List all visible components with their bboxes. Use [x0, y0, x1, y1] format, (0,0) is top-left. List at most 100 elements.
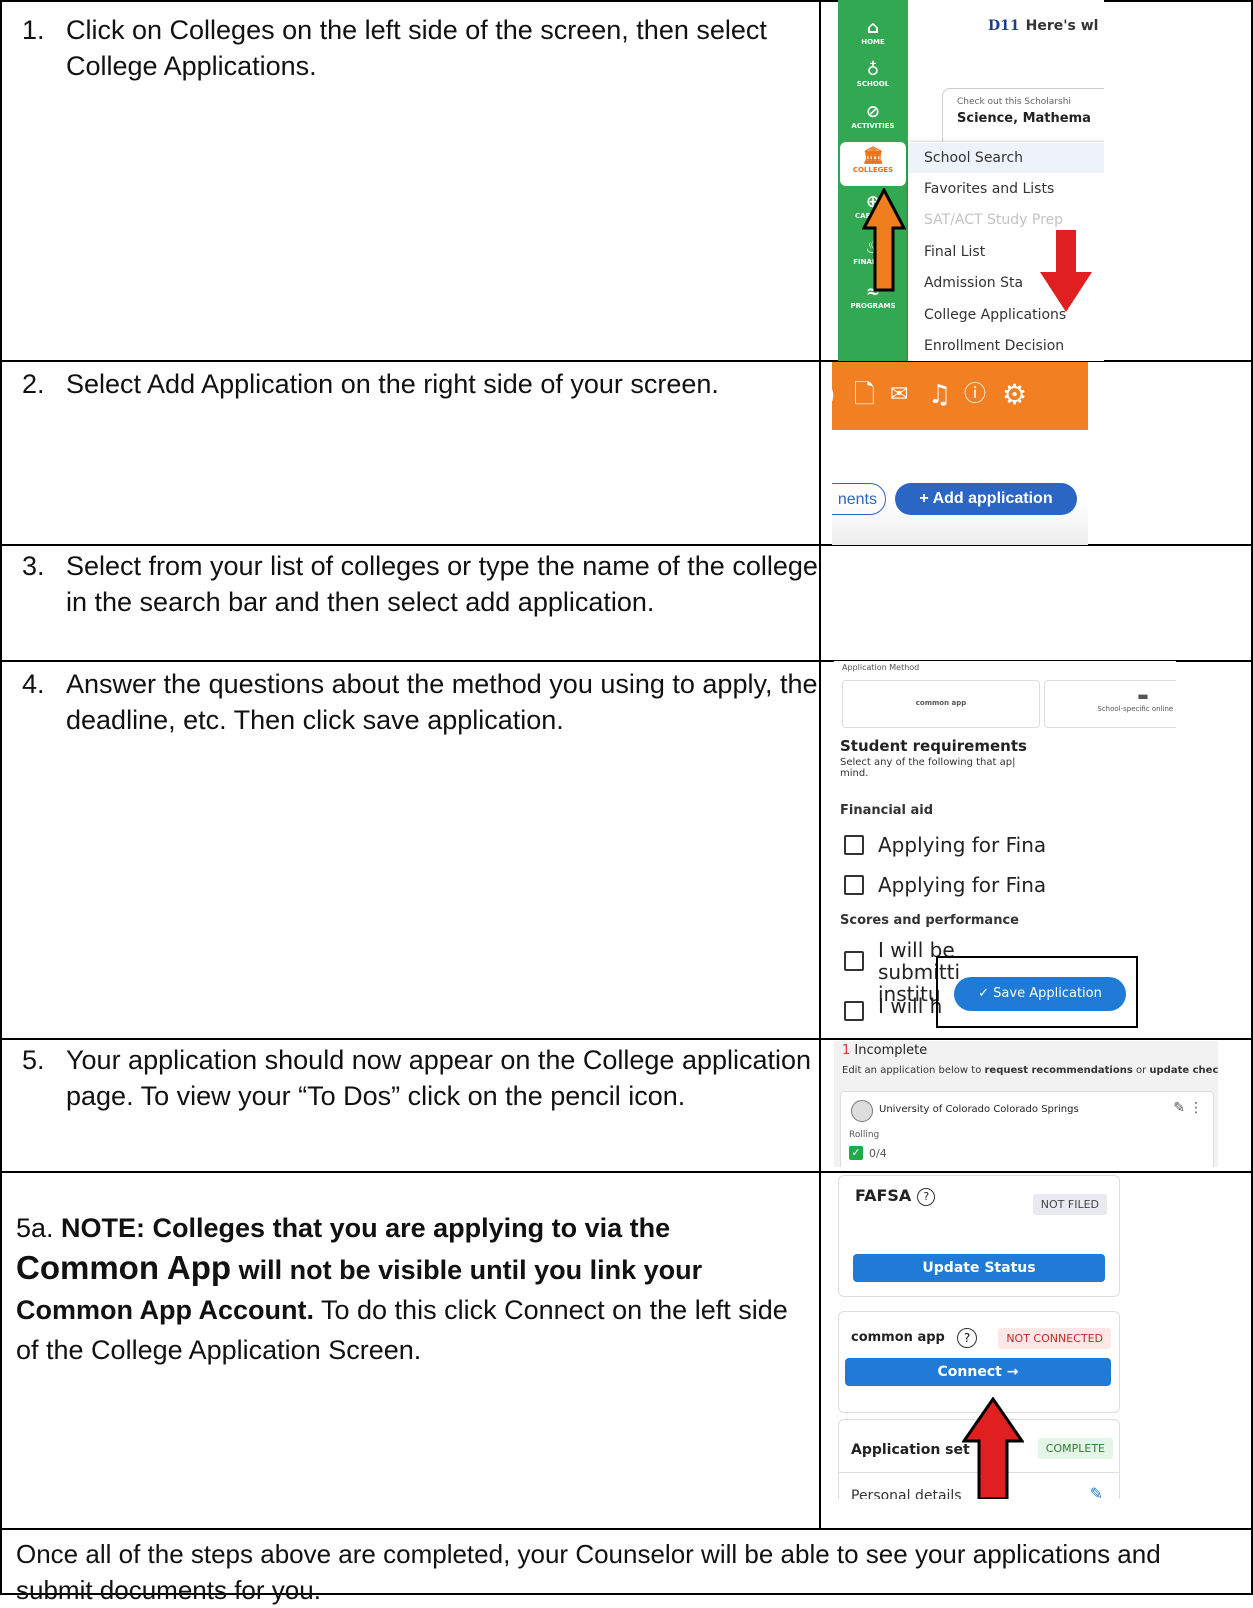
checkbox[interactable]	[844, 835, 864, 855]
menu-item-favorites[interactable]: Favorites and Lists	[924, 181, 1054, 197]
edit-hint: Edit an application below to request rec…	[842, 1065, 1218, 1076]
top-toolbar: ) 🗋 ✉ ♫ ⓘ ⚙	[832, 362, 1088, 430]
step-number: 3.	[22, 551, 45, 581]
menu-item-enrollment[interactable]: Enrollment Decision	[924, 338, 1064, 354]
incomplete-header: 1 Incomplete	[842, 1043, 927, 1058]
note-bold: NOTE: Colleges that you are applying to …	[61, 1213, 671, 1243]
orange-up-arrow	[862, 188, 906, 292]
arrow-shape	[1040, 230, 1092, 312]
checkbox[interactable]	[844, 875, 864, 895]
red-up-arrow	[962, 1397, 1024, 1499]
setup-title: Application set	[851, 1442, 970, 1458]
nav-activities[interactable]: ⊘ ACTIVITIES	[838, 102, 908, 130]
footer-text: Once all of the steps above are complete…	[16, 1539, 1161, 1605]
red-down-arrow	[1040, 230, 1092, 312]
menu-item-school-search[interactable]: School Search	[908, 143, 1104, 173]
nav-label: HOME	[861, 38, 885, 46]
help-icon[interactable]: ?	[957, 1328, 977, 1348]
screenshot-applications-list: 1 Incomplete Edit an application below t…	[834, 1041, 1218, 1167]
step-number: 4.	[22, 669, 45, 699]
header: D11 Here's wl	[988, 18, 1098, 34]
row-divider	[0, 1038, 1253, 1040]
section-desc: Select any of the following that ap| min…	[840, 757, 1016, 779]
nav-label: COLLEGES	[852, 166, 894, 174]
step-text: Select Add Application on the right side…	[66, 369, 719, 399]
screenshot-colleges-menu: ⌂HOME ♁SCHOOL ⊘ACTIVITIES 🏛COLLEGES ⊕CAR…	[838, 0, 1104, 361]
university-name: University of Colorado Colorado Springs	[879, 1104, 1079, 1115]
nav-home[interactable]: ⌂ HOME	[838, 18, 908, 46]
scholarship-card[interactable]: Check out this Scholarshi Science, Mathe…	[942, 88, 1104, 150]
mail-icon[interactable]: ✉	[890, 382, 908, 408]
arrow-shape	[962, 1397, 1024, 1499]
fafsa-title: FAFSA?	[855, 1186, 936, 1206]
nav-label: SCHOOL	[856, 80, 890, 88]
card-line: Check out this Scholarshi	[957, 97, 1071, 107]
status-badge: NOT FILED	[1032, 1194, 1107, 1215]
note-5a: 5a. NOTE: Colleges that you are applying…	[16, 1208, 816, 1370]
school-app-option[interactable]: ▬ School-specific online app	[1044, 680, 1176, 728]
documents-button[interactable]: nents	[832, 483, 886, 515]
checkbox[interactable]	[844, 951, 864, 971]
gear-icon[interactable]: ⚙	[1002, 381, 1027, 409]
nav-colleges[interactable]: 🏛 COLLEGES	[840, 142, 906, 186]
row-divider	[0, 1528, 1253, 1530]
scores-heading: Scores and performance	[840, 913, 1019, 928]
nav-label: ACTIVITIES	[851, 122, 895, 130]
nav-school[interactable]: ♁ SCHOOL	[838, 60, 908, 88]
status-badge: COMPLETE	[1037, 1438, 1113, 1459]
pencil-icon[interactable]: ✎	[1173, 1100, 1185, 1116]
personal-details-link[interactable]: Personal details	[851, 1488, 962, 1499]
application-card: University of Colorado Colorado Springs …	[840, 1091, 1214, 1167]
help-icon[interactable]: ⓘ	[964, 382, 986, 408]
step-text: Click on Colleges on the left side of th…	[66, 15, 767, 81]
fafsa-label: FAFSA	[855, 1186, 912, 1205]
incomplete-count: 1	[842, 1043, 851, 1058]
note-common-app: Common App	[16, 1249, 232, 1286]
row-divider	[0, 1171, 1253, 1173]
partial-icon[interactable]: )	[832, 382, 835, 408]
checkbox[interactable]	[844, 1001, 864, 1021]
checkbox-label: I will h	[878, 994, 943, 1018]
hint-bold: request recommendations	[984, 1065, 1133, 1076]
incomplete-label: Incomplete	[854, 1043, 928, 1058]
laptop-icon: ▬	[1137, 689, 1149, 703]
checkbox-label: Applying for Fina	[878, 873, 1047, 897]
checklist-progress: 0/4	[869, 1147, 887, 1160]
pencil-icon[interactable]: ✎	[1090, 1484, 1103, 1499]
deadline-type: Rolling	[849, 1130, 880, 1140]
option-label: common app	[915, 699, 967, 707]
menu-item-sat-act[interactable]: SAT/ACT Study Prep	[924, 212, 1063, 228]
save-application-button[interactable]: ✓ Save Application	[954, 977, 1126, 1011]
screenshot-connect-common-app: FAFSA? NOT FILED Update Status common ap…	[834, 1175, 1132, 1499]
help-icon[interactable]: ?	[917, 1187, 936, 1206]
status-badge: NOT CONNECTED	[998, 1328, 1111, 1349]
hint-text: Edit an application below to	[842, 1065, 985, 1076]
header-text: Here's wl	[1025, 18, 1099, 34]
screenshot-add-application: ) 🗋 ✉ ♫ ⓘ ⚙ nents + Add application	[832, 362, 1088, 545]
add-application-button[interactable]: + Add application	[895, 483, 1077, 515]
common-app-option[interactable]: common app	[842, 680, 1040, 728]
method-caption: Application Method	[842, 663, 920, 672]
more-options-icon[interactable]: ⋮	[1189, 1100, 1203, 1116]
hint-bold: update checklist	[1149, 1065, 1218, 1076]
hint-text: or	[1132, 1065, 1150, 1076]
compass-icon: ⊘	[865, 102, 881, 122]
menu-item-final-list[interactable]: Final List	[924, 244, 985, 260]
note-prefix: 5a.	[16, 1213, 62, 1243]
step-number: 5.	[22, 1045, 45, 1075]
update-status-button[interactable]: Update Status	[853, 1254, 1105, 1282]
fafsa-panel: FAFSA? NOT FILED Update Status	[838, 1175, 1120, 1297]
bell-icon[interactable]: ♫	[928, 382, 951, 408]
step-number: 2.	[22, 369, 45, 399]
document-icon[interactable]: 🗋	[854, 382, 875, 408]
common-app-logo: common app	[851, 1330, 945, 1345]
step-number: 1.	[22, 15, 45, 45]
menu-item-admission-status[interactable]: Admission Sta	[924, 275, 1023, 291]
home-icon: ⌂	[866, 18, 880, 38]
university-seal-icon	[851, 1100, 873, 1122]
column-divider	[819, 0, 821, 1529]
nav-label: PROGRAMS	[850, 302, 896, 310]
connect-button[interactable]: Connect →	[845, 1358, 1111, 1386]
college-icon: 🏛	[862, 146, 884, 166]
table-border	[0, 0, 2, 1595]
